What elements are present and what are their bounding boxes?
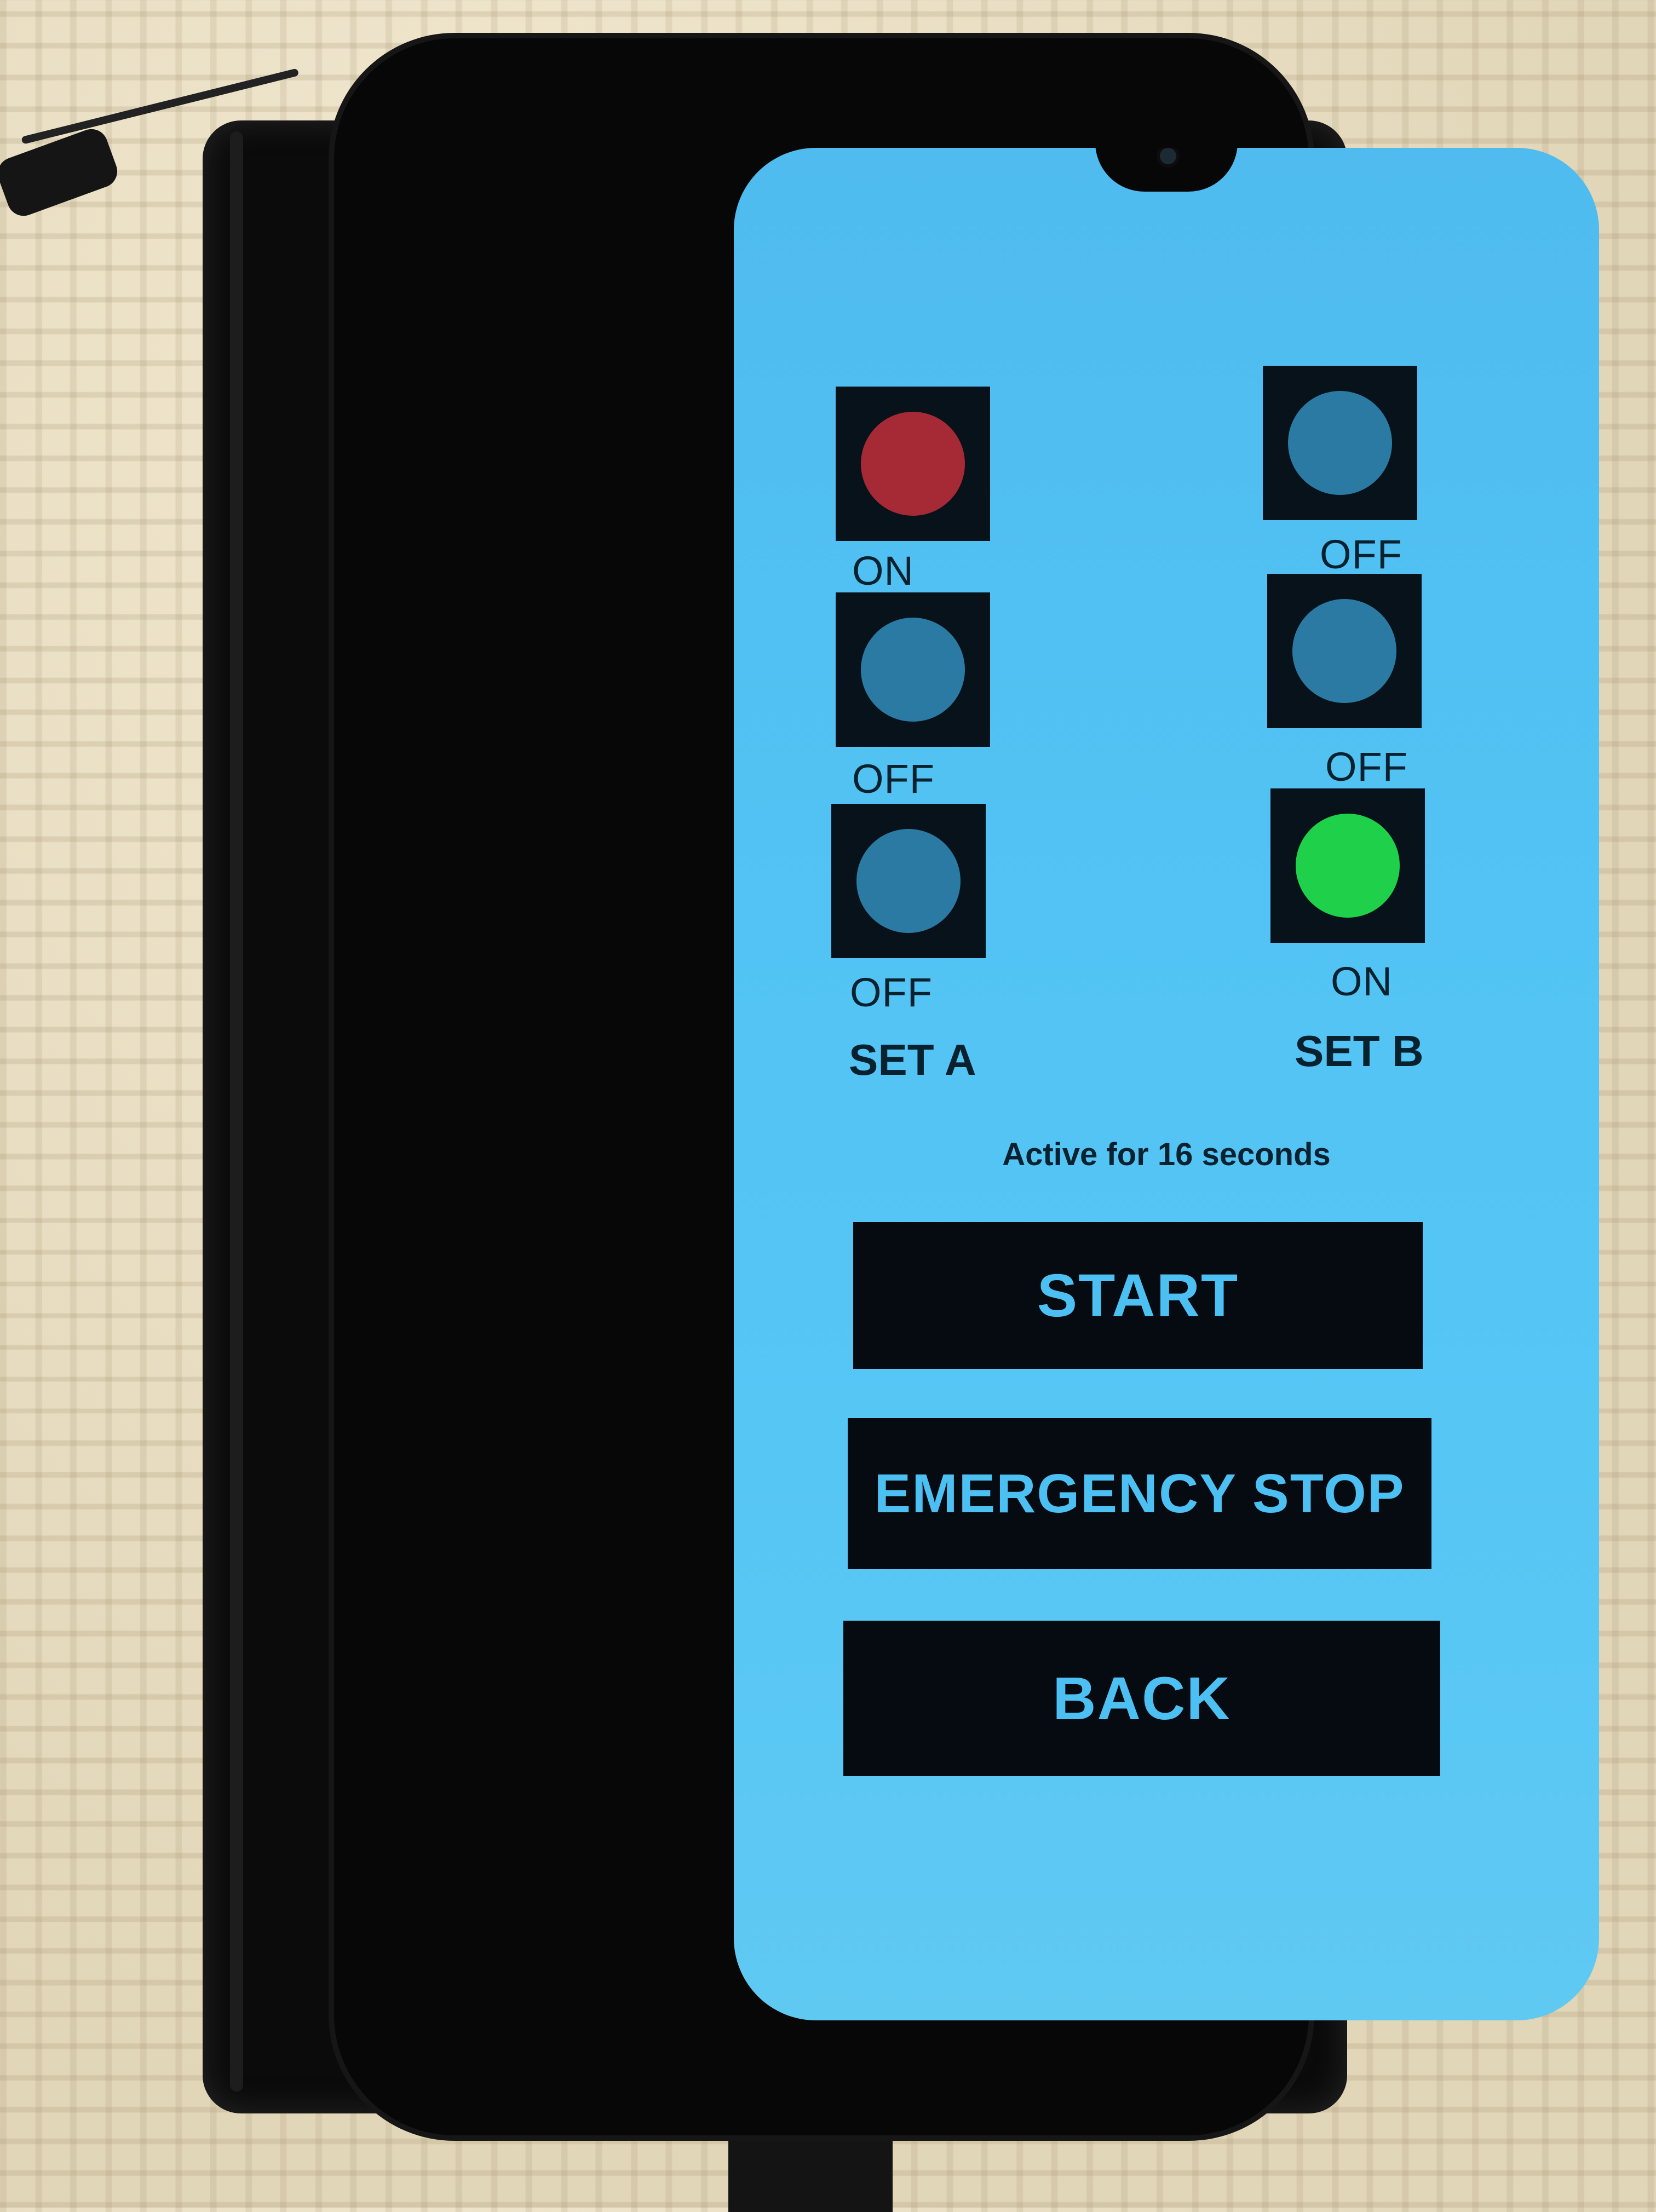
front-camera	[1160, 148, 1176, 164]
set-b-lamp-2	[1292, 599, 1396, 703]
set-b-indicator-3	[1270, 788, 1425, 943]
set-b-label: SET B	[1295, 1027, 1424, 1075]
set-a-state-3: OFF	[850, 970, 933, 1015]
set-b-state-3: ON	[1331, 959, 1393, 1004]
set-a-state-2: OFF	[852, 756, 935, 802]
set-a-indicator-1	[836, 387, 990, 541]
wallet-seam	[230, 131, 243, 2092]
set-a-state-1: ON	[852, 548, 914, 594]
phone-body: ON OFF OFF SET A OFF OFF ON SET B Active…	[334, 38, 1599, 2135]
set-b-lamp-1	[1288, 391, 1392, 495]
set-a-label: SET A	[849, 1035, 976, 1084]
set-b-state-2: OFF	[1325, 744, 1408, 790]
set-a-indicator-2	[836, 592, 990, 747]
camera-notch	[1095, 148, 1238, 192]
start-button[interactable]: START	[853, 1222, 1423, 1369]
back-button[interactable]: BACK	[843, 1621, 1440, 1776]
set-a-lamp-3	[856, 829, 961, 933]
set-a-lamp-1	[861, 412, 965, 516]
set-a-lamp-2	[861, 618, 965, 722]
set-b-indicator-2	[1267, 574, 1422, 728]
set-b-state-1: OFF	[1320, 532, 1402, 577]
active-timer-status: Active for 16 seconds	[1002, 1137, 1331, 1172]
usb-cable	[728, 2124, 893, 2212]
app-screen: ON OFF OFF SET A OFF OFF ON SET B Active…	[734, 148, 1599, 2020]
set-b-indicator-1	[1263, 366, 1417, 520]
strap-clip	[0, 124, 122, 221]
set-b-lamp-3	[1296, 814, 1400, 918]
emergency-stop-button[interactable]: EMERGENCY STOP	[848, 1418, 1431, 1569]
set-a-indicator-3	[831, 804, 986, 958]
